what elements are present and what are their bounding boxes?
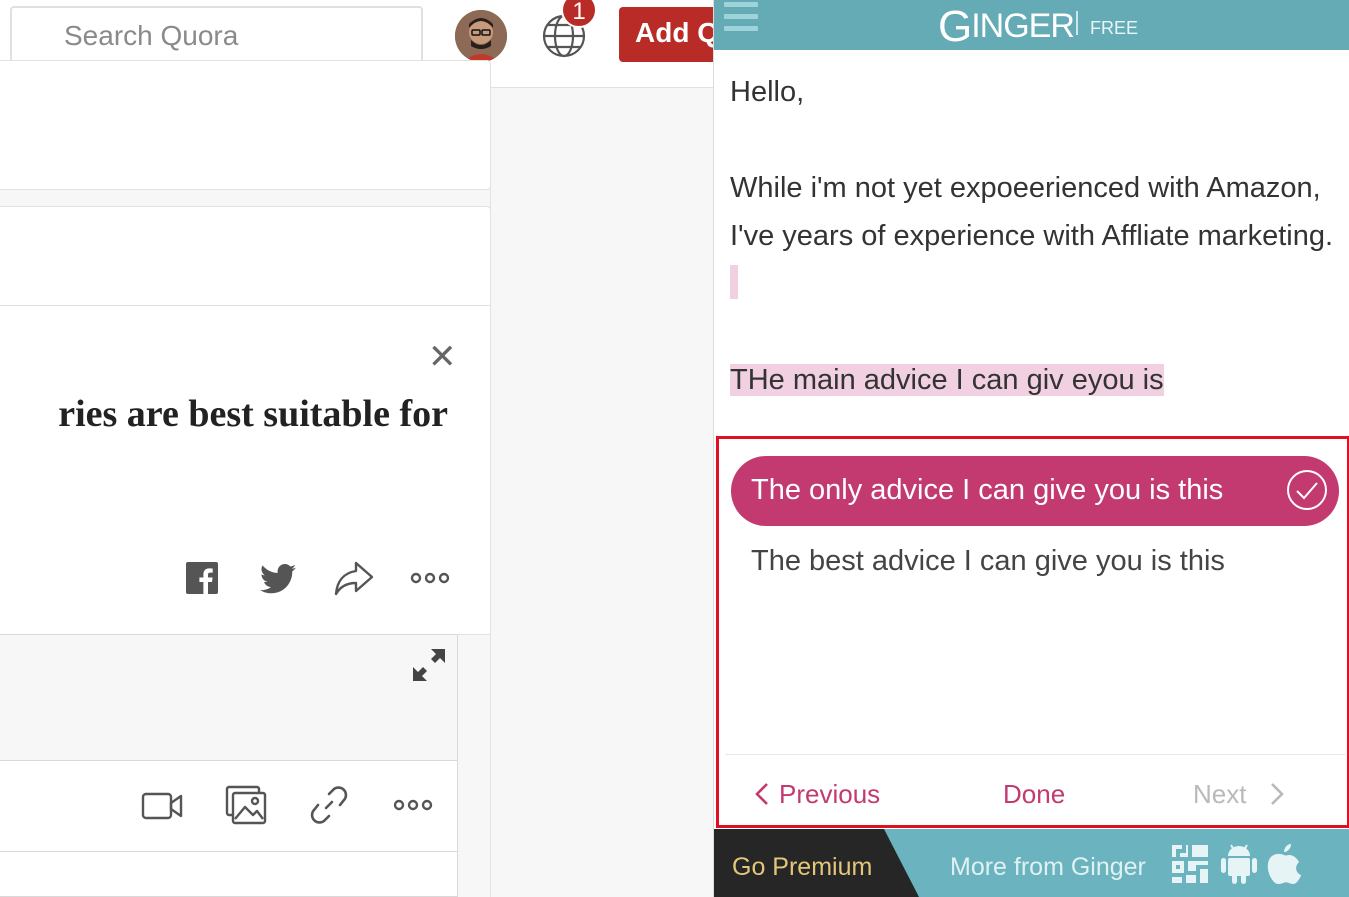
- ginger-footer: Go Premium More from Ginger: [714, 829, 1349, 897]
- text-paragraph: While i'm not yet expoeerienced with Ama…: [730, 164, 1340, 308]
- previous-button[interactable]: Previous: [755, 779, 880, 810]
- app-store-icon[interactable]: [1170, 843, 1210, 885]
- more-from-ginger-link[interactable]: More from Ginger: [950, 853, 1146, 882]
- plan-tier-label: FREE: [1090, 18, 1139, 38]
- nav-divider: [725, 754, 1345, 755]
- ginger-header: GINGER FREE: [714, 0, 1349, 51]
- android-icon[interactable]: [1220, 843, 1258, 885]
- search-input[interactable]: Search Quora: [10, 6, 423, 63]
- twitter-icon[interactable]: [260, 564, 296, 594]
- suggestion-alternative[interactable]: The best advice I can give you is this: [751, 545, 1225, 578]
- flagged-sentence-line: THe main advice I can giv eyou is: [730, 356, 1340, 404]
- link-icon[interactable]: [309, 785, 349, 825]
- answer-editor: [0, 634, 458, 897]
- suggestion-text: The only advice I can give you is this: [751, 474, 1224, 506]
- avatar[interactable]: [455, 10, 507, 62]
- logo-separator: [1076, 11, 1078, 35]
- close-icon[interactable]: ✕: [428, 340, 457, 374]
- suggestions-box: The only advice I can give you is this T…: [716, 436, 1349, 828]
- apple-icon[interactable]: [1266, 843, 1302, 885]
- question-title[interactable]: ries are best suitable for: [0, 392, 448, 436]
- share-icon[interactable]: [334, 560, 374, 596]
- image-icon[interactable]: [225, 785, 267, 825]
- suggestion-selected[interactable]: The only advice I can give you is this: [731, 456, 1339, 526]
- chevron-left-icon: [755, 783, 768, 805]
- go-premium-label[interactable]: Go Premium: [732, 853, 872, 882]
- feed-card: [0, 60, 491, 190]
- video-icon[interactable]: [141, 790, 183, 822]
- more-icon[interactable]: [410, 572, 450, 584]
- flagged-sentence[interactable]: THe main advice I can giv eyou is: [730, 364, 1164, 396]
- ginger-text-preview: Hello, While i'm not yet expoeerienced w…: [730, 68, 1340, 404]
- feed-card: [0, 206, 491, 306]
- more-icon[interactable]: [393, 799, 433, 811]
- expand-icon[interactable]: [411, 647, 447, 683]
- ginger-logo: GINGER: [938, 2, 1075, 51]
- check-icon[interactable]: [1287, 470, 1327, 510]
- next-button[interactable]: Next: [1193, 779, 1285, 810]
- editor-divider: [0, 851, 457, 852]
- text-cursor: [730, 265, 738, 299]
- facebook-icon[interactable]: [186, 562, 218, 594]
- done-button[interactable]: Done: [1003, 779, 1065, 810]
- menu-icon[interactable]: [724, 2, 758, 34]
- chevron-right-icon: [1271, 783, 1285, 805]
- question-card: [0, 305, 491, 635]
- editor-text-area[interactable]: [0, 635, 457, 761]
- ginger-panel: GINGER FREE Hello, While i'm not yet exp…: [713, 0, 1349, 897]
- greeting-line: Hello,: [730, 76, 805, 108]
